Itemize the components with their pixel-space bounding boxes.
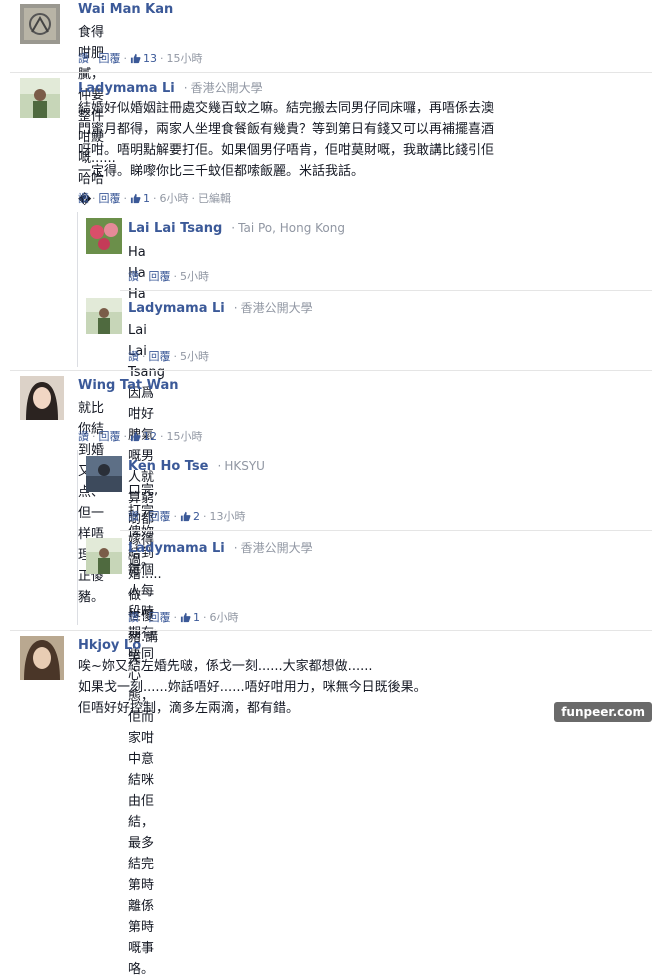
commenter-name[interactable]: Ladymama Li · 香港公開大學: [128, 540, 313, 557]
like-link[interactable]: 讚: [78, 430, 89, 443]
avatar[interactable]: [20, 4, 60, 44]
watermark: funpeer.com: [554, 702, 652, 722]
affiliation-text: · HKSYU: [217, 459, 265, 473]
like-thumb-icon: [180, 612, 191, 623]
like-count[interactable]: 12: [130, 430, 157, 443]
reply-link[interactable]: 回覆: [149, 350, 171, 363]
reply-thread-line: [77, 212, 78, 367]
divider: [10, 72, 652, 73]
reply-link[interactable]: 回覆: [149, 510, 171, 523]
commenter-name-text[interactable]: Ladymama Li: [128, 541, 225, 556]
avatar[interactable]: [86, 298, 122, 334]
divider: [10, 630, 652, 631]
like-count[interactable]: 13: [130, 52, 157, 65]
comment-actions: 讚 · 回覆 · 12 · 15小時: [78, 430, 203, 443]
avatar[interactable]: [86, 456, 122, 492]
like-thumb-icon: [130, 431, 141, 442]
reply-link[interactable]: 回覆: [149, 611, 171, 624]
like-thumb-icon: [130, 53, 141, 64]
avatar[interactable]: [86, 538, 122, 574]
avatar-image: [20, 78, 60, 118]
like-thumb-icon: [130, 193, 141, 204]
commenter-name[interactable]: Ken Ho Tse · HKSYU: [128, 458, 265, 475]
commenter-name[interactable]: Ladymama Li · 香港公開大學: [78, 80, 263, 97]
avatar[interactable]: [86, 218, 122, 254]
commenter-name[interactable]: Lai Lai Tsang · Tai Po, Hong Kong: [128, 220, 345, 237]
divider: [10, 370, 652, 371]
affiliation-text: · Tai Po, Hong Kong: [231, 221, 345, 235]
affiliation-text: · 香港公開大學: [183, 81, 263, 95]
timestamp[interactable]: 15小時: [167, 52, 203, 65]
avatar-image: [86, 298, 122, 334]
comment-actions: 讚 · 回覆 · 13 · 15小時: [78, 52, 203, 65]
reply-link[interactable]: 回覆: [99, 52, 121, 65]
comment-text: 結婚好似婚姻註冊處交幾百蚊之嘛。結完搬去同男仔同床囉，再唔係去澳 門蜜月都得，兩…: [78, 101, 495, 179]
divider: [120, 530, 652, 531]
edited-label[interactable]: 已編輯: [198, 192, 231, 205]
commenter-name[interactable]: Wai Man Kan: [78, 2, 173, 18]
commenter-name-text[interactable]: Ladymama Li: [128, 301, 225, 316]
avatar-image: [86, 456, 122, 492]
avatar[interactable]: [20, 78, 60, 118]
commenter-name-text[interactable]: Lai Lai Tsang: [128, 221, 222, 236]
reply-link[interactable]: 回覆: [99, 192, 121, 205]
comment-actions: 讚 · 回覆 · 1 · 6小時 · 已編輯: [78, 192, 231, 205]
comment-actions: 讚 · 回覆 · 2 · 13小時: [128, 510, 246, 523]
affiliation-text: · 香港公開大學: [233, 301, 313, 315]
avatar-image: [86, 538, 122, 574]
like-link[interactable]: 讚: [128, 510, 139, 523]
avatar-image: [20, 376, 64, 420]
like-count[interactable]: 1: [180, 611, 200, 624]
timestamp[interactable]: 5小時: [180, 350, 209, 363]
like-link[interactable]: 讚: [128, 611, 139, 624]
reply-link[interactable]: 回覆: [99, 430, 121, 443]
avatar[interactable]: [20, 376, 64, 420]
commenter-name-text[interactable]: Ken Ho Tse: [128, 459, 208, 474]
like-link[interactable]: 讚: [128, 350, 139, 363]
comment-actions: 讚 · 回覆 · 5小時: [128, 270, 209, 283]
avatar-image: [20, 4, 60, 44]
comment-actions: 讚 · 回覆 · 1 · 6小時: [128, 611, 239, 624]
timestamp[interactable]: 13小時: [210, 510, 246, 523]
commenter-name[interactable]: Hkjoy Lo: [78, 638, 141, 654]
commenter-name-text[interactable]: Ladymama Li: [78, 81, 175, 96]
like-count[interactable]: 2: [180, 510, 200, 523]
reply-thread-line: [77, 450, 78, 625]
affiliation-text: · 香港公開大學: [233, 541, 313, 555]
like-link[interactable]: 讚: [78, 192, 89, 205]
like-count[interactable]: 1: [130, 192, 150, 205]
timestamp[interactable]: 6小時: [160, 192, 189, 205]
timestamp[interactable]: 15小時: [167, 430, 203, 443]
reply-link[interactable]: 回覆: [149, 270, 171, 283]
avatar-image: [86, 218, 122, 254]
avatar-image: [20, 636, 64, 680]
like-link[interactable]: 讚: [128, 270, 139, 283]
commenter-name[interactable]: Wing Tat Wan: [78, 378, 179, 394]
divider: [120, 290, 652, 291]
like-thumb-icon: [180, 511, 191, 522]
timestamp[interactable]: 6小時: [210, 611, 239, 624]
comment-actions: 讚 · 回覆 · 5小時: [128, 350, 209, 363]
like-link[interactable]: 讚: [78, 52, 89, 65]
avatar[interactable]: [20, 636, 64, 680]
timestamp[interactable]: 5小時: [180, 270, 209, 283]
commenter-name[interactable]: Ladymama Li · 香港公開大學: [128, 300, 313, 317]
